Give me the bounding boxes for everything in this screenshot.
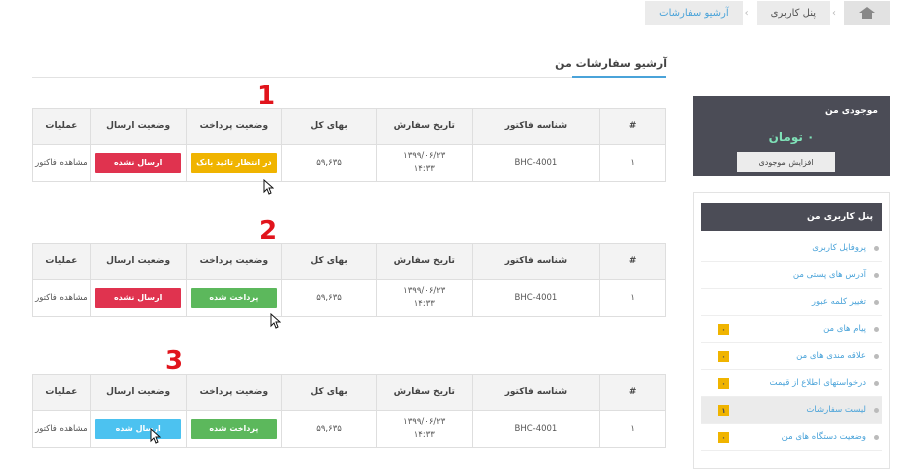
shipping-status-badge: ارسال شده	[95, 419, 182, 439]
header-invoice: شناسه فاکتور	[471, 375, 600, 410]
bullet-icon	[874, 246, 879, 251]
sidebar-item-change-password[interactable]: تغییر کلمه عبور	[701, 289, 882, 316]
bullet-icon	[874, 435, 879, 440]
table-row: ۱ BHC-4001 ۱۳۹۹/۰۶/۲۳ ۱۴:۳۳ ۵۹,۶۳۵ پرداخت…	[33, 411, 665, 447]
chevron-left-icon: ‹	[744, 7, 749, 19]
view-invoice-link[interactable]: مشاهده فاکتور	[33, 145, 90, 181]
chevron-left-icon: ‹	[832, 7, 836, 19]
count-badge: ۰	[718, 378, 729, 389]
header-invoice: شناسه فاکتور	[471, 244, 600, 279]
sidebar-item-orders[interactable]: لیست سفارشات ۱	[701, 397, 882, 424]
title-divider	[32, 77, 666, 78]
sidebar-item-favorites[interactable]: علاقه مندی های من ۰	[701, 343, 882, 370]
breadcrumb-item-user-panel[interactable]: ‹ پنل کاربری	[745, 1, 830, 25]
row-invoice: BHC-4001	[471, 145, 600, 181]
table-row: ۱ BHC-4001 ۱۳۹۹/۰۶/۲۳ ۱۴:۳۳ ۵۹,۶۳۵ در انت…	[33, 145, 665, 181]
header-shipping: وضعیت ارسال	[89, 375, 186, 410]
page-title: آرشیو سفارشات من	[555, 57, 667, 70]
bullet-icon	[874, 408, 879, 413]
count-badge: ۱	[718, 405, 729, 416]
wallet-box: موجودی من ۰ تومان افزایش موجودی	[693, 96, 890, 176]
sidebar-item-price-requests[interactable]: درخواستهای اطلاع از قیمت ۰	[701, 370, 882, 397]
increase-balance-button[interactable]: افزایش موجودی	[737, 152, 835, 172]
header-total: بهای کل	[281, 244, 376, 279]
bullet-icon	[874, 381, 879, 386]
table-header-row: # شناسه فاکتور تاریخ سفارش بهای کل وضعیت…	[33, 244, 665, 280]
row-shipping: ارسال نشده	[89, 145, 186, 181]
bullet-icon	[874, 354, 879, 359]
row-payment: در انتظار تائید بانک	[185, 145, 282, 181]
header-num: #	[599, 375, 665, 410]
header-payment: وضعیت پرداخت	[185, 109, 282, 144]
bullet-icon	[874, 300, 879, 305]
row-total: ۵۹,۶۳۵	[281, 411, 376, 447]
payment-status-badge: پرداخت شده	[190, 419, 277, 439]
row-shipping: ارسال نشده	[89, 280, 186, 316]
bullet-icon	[874, 327, 879, 332]
header-ops: عملیات	[45, 255, 78, 266]
header-num: #	[599, 244, 665, 279]
row-total: ۵۹,۶۳۵	[281, 280, 376, 316]
row-num: ۱	[599, 280, 665, 316]
row-invoice: BHC-4001	[471, 411, 600, 447]
breadcrumb-home[interactable]: ‹	[832, 1, 890, 25]
row-payment: پرداخت شده	[185, 411, 282, 447]
row-total: ۵۹,۶۳۵	[281, 145, 376, 181]
row-shipping: ارسال شده	[89, 411, 186, 447]
sidebar-item-profile[interactable]: پروفایل کاربری	[701, 235, 882, 262]
header-num: #	[599, 109, 665, 144]
table-header-row: # شناسه فاکتور تاریخ سفارش بهای کل وضعیت…	[33, 109, 665, 145]
row-date: ۱۳۹۹/۰۶/۲۳ ۱۴:۳۳	[375, 145, 472, 181]
count-badge: ۰	[718, 351, 729, 362]
header-date: تاریخ سفارش	[375, 375, 472, 410]
row-invoice: BHC-4001	[471, 280, 600, 316]
row-num: ۱	[599, 145, 665, 181]
step-number-3: 3	[165, 346, 184, 376]
home-icon	[859, 7, 875, 19]
bullet-icon	[874, 273, 879, 278]
sidebar-item-addresses[interactable]: آدرس های پستی من	[701, 262, 882, 289]
orders-table: # شناسه فاکتور تاریخ سفارش بهای کل وضعیت…	[32, 108, 666, 182]
table-row: ۱ BHC-4001 ۱۳۹۹/۰۶/۲۳ ۱۴:۳۳ ۵۹,۶۳۵ پرداخت…	[33, 280, 665, 316]
step-number-2: 2	[259, 216, 278, 246]
orders-table: # شناسه فاکتور تاریخ سفارش بهای کل وضعیت…	[32, 374, 666, 448]
shipping-status-badge: ارسال نشده	[95, 153, 182, 173]
row-date: ۱۳۹۹/۰۶/۲۳ ۱۴:۳۳	[375, 280, 472, 316]
header-date: تاریخ سفارش	[375, 244, 472, 279]
count-badge: ۰	[718, 432, 729, 443]
table-header-row: # شناسه فاکتور تاریخ سفارش بهای کل وضعیت…	[33, 375, 665, 411]
payment-status-badge: پرداخت شده	[190, 288, 277, 308]
view-invoice-link[interactable]: مشاهده فاکتور	[33, 280, 90, 316]
header-date: تاریخ سفارش	[375, 109, 472, 144]
header-payment: وضعیت پرداخت	[185, 375, 282, 410]
step-number-1: 1	[257, 81, 276, 111]
row-payment: پرداخت شده	[185, 280, 282, 316]
header-total: بهای کل	[281, 375, 376, 410]
row-date: ۱۳۹۹/۰۶/۲۳ ۱۴:۳۳	[375, 411, 472, 447]
header-shipping: وضعیت ارسال	[89, 244, 186, 279]
user-panel-menu: پنل کاربری من پروفایل کاربری آدرس های پس…	[693, 192, 890, 469]
header-total: بهای کل	[281, 109, 376, 144]
header-shipping: وضعیت ارسال	[89, 109, 186, 144]
header-ops: عملیات	[45, 386, 78, 397]
orders-table: # شناسه فاکتور تاریخ سفارش بهای کل وضعیت…	[32, 243, 666, 317]
payment-status-badge: در انتظار تائید بانک	[190, 153, 277, 173]
sidebar-item-messages[interactable]: پیام های من ۰	[701, 316, 882, 343]
count-badge: ۰	[718, 324, 729, 335]
row-num: ۱	[599, 411, 665, 447]
view-invoice-link[interactable]: مشاهده فاکتور	[33, 411, 90, 447]
user-panel-title: پنل کاربری من	[701, 203, 882, 231]
header-invoice: شناسه فاکتور	[471, 109, 600, 144]
title-underline	[572, 76, 666, 78]
breadcrumb: آرشیو سفارشات ‹ پنل کاربری ‹	[631, 1, 890, 25]
header-ops: عملیات	[45, 120, 78, 131]
header-payment: وضعیت پرداخت	[185, 244, 282, 279]
sidebar-item-devices[interactable]: وضعیت دستگاه های من ۰	[701, 424, 882, 451]
shipping-status-badge: ارسال نشده	[95, 288, 182, 308]
wallet-title: موجودی من	[824, 106, 878, 116]
breadcrumb-item-orders-archive[interactable]: آرشیو سفارشات	[645, 1, 743, 25]
wallet-balance: ۰ تومان	[768, 130, 815, 144]
